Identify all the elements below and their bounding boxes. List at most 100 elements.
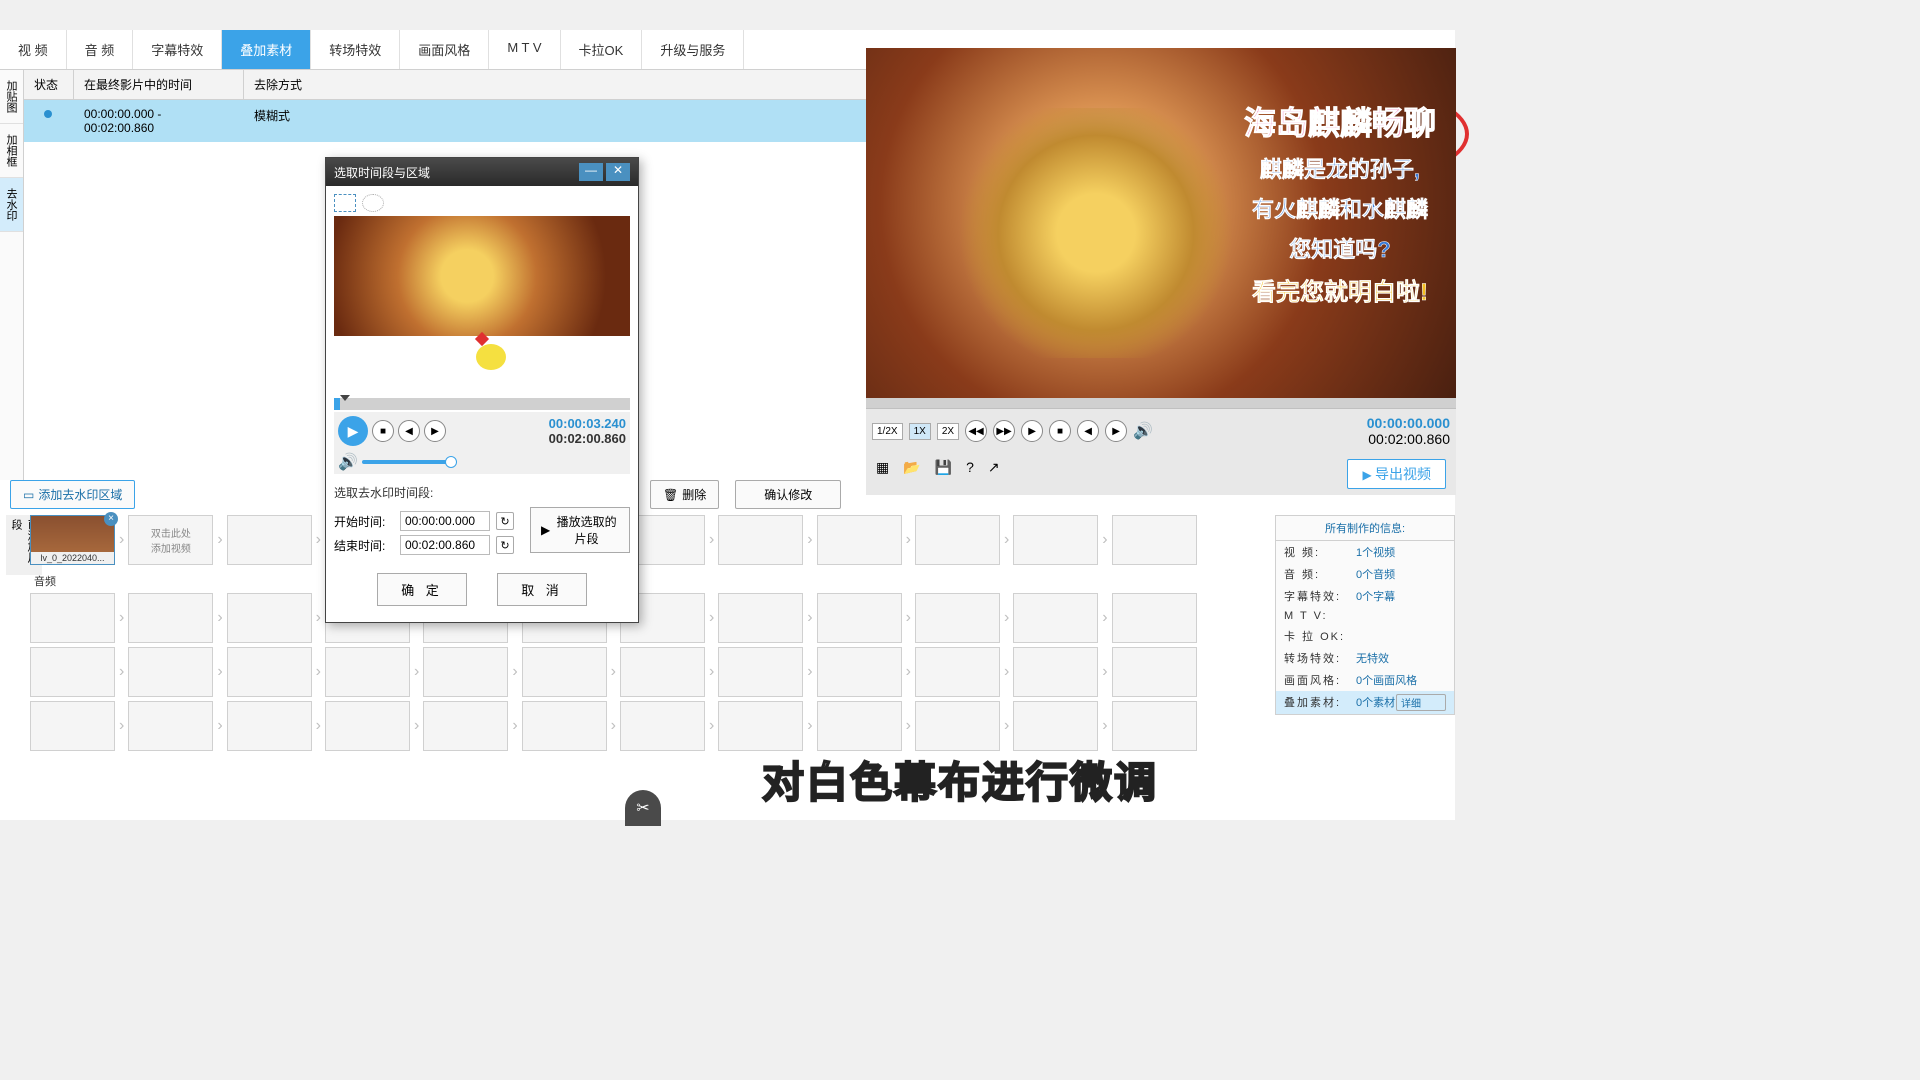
empty-clip-slot[interactable] <box>128 593 213 643</box>
side-frame[interactable]: 加相框 <box>0 124 23 178</box>
tab-audio[interactable]: 音 频 <box>67 30 134 69</box>
minimize-icon[interactable]: — <box>579 163 603 181</box>
oval-tool-icon[interactable] <box>362 194 384 212</box>
remove-clip-icon[interactable]: × <box>104 512 118 526</box>
dialog-end-input[interactable] <box>400 535 490 555</box>
close-icon[interactable]: ✕ <box>606 163 630 181</box>
side-sticker[interactable]: 加贴图 <box>0 70 23 124</box>
empty-clip-slot[interactable] <box>817 515 902 565</box>
empty-clip-slot[interactable] <box>1013 647 1098 697</box>
empty-clip-slot[interactable] <box>817 647 902 697</box>
empty-clip-slot[interactable] <box>30 647 115 697</box>
empty-clip-slot[interactable] <box>915 647 1000 697</box>
tab-transition[interactable]: 转场特效 <box>311 30 400 69</box>
detail-button[interactable]: 详细 <box>1396 694 1446 711</box>
dialog-cancel-button[interactable]: 取 消 <box>497 573 587 606</box>
watermark-toolbar: ▭ 添加去水印区域 <box>10 480 143 509</box>
preview-controls: 1/2X 1X 2X ◀◀ ▶▶ ▶ ■ ◀ ▶ 🔊 00:00:00.000 … <box>866 408 1456 453</box>
empty-clip-slot[interactable] <box>227 515 312 565</box>
play-icon[interactable]: ▶ <box>1021 420 1043 442</box>
speed-half[interactable]: 1/2X <box>872 423 903 440</box>
share-icon[interactable]: ↗ <box>988 459 1000 489</box>
save-icon[interactable]: 💾 <box>935 459 952 489</box>
stop-icon[interactable]: ■ <box>1049 420 1071 442</box>
empty-clip-slot[interactable] <box>718 701 803 751</box>
empty-clip-slot[interactable] <box>1112 647 1197 697</box>
speed-2x[interactable]: 2X <box>937 423 959 440</box>
cell-time: 00:00:00.000 - 00:02:00.860 <box>74 103 244 139</box>
region-shape-tools <box>334 194 630 212</box>
empty-clip-slot[interactable] <box>1112 515 1197 565</box>
speed-1x[interactable]: 1X <box>909 423 931 440</box>
empty-clip-slot[interactable]: 双击此处 添加视频 <box>128 515 213 565</box>
empty-clip-slot[interactable] <box>620 647 705 697</box>
prev-frame-icon[interactable]: ◀◀ <box>965 420 987 442</box>
empty-clip-slot[interactable] <box>1013 515 1098 565</box>
dialog-volume-slider[interactable] <box>362 460 457 464</box>
empty-clip-slot[interactable] <box>227 701 312 751</box>
empty-clip-slot[interactable] <box>227 647 312 697</box>
empty-clip-slot[interactable] <box>1013 701 1098 751</box>
empty-clip-slot[interactable] <box>718 593 803 643</box>
empty-clip-slot[interactable] <box>227 593 312 643</box>
step-back-icon[interactable]: ◀ <box>1077 420 1099 442</box>
highlight-cursor-icon <box>476 344 506 370</box>
empty-clip-slot[interactable] <box>915 593 1000 643</box>
snapshot-icon[interactable]: ▦ <box>876 459 889 489</box>
video-clip[interactable]: × lv_0_2022040... <box>30 515 115 565</box>
confirm-changes-button[interactable]: 确认修改 <box>735 480 841 509</box>
tab-overlay[interactable]: 叠加素材 <box>222 30 311 69</box>
empty-clip-slot[interactable] <box>30 701 115 751</box>
empty-clip-slot[interactable] <box>1112 701 1197 751</box>
empty-clip-slot[interactable] <box>522 647 607 697</box>
empty-clip-slot[interactable] <box>817 701 902 751</box>
empty-clip-slot[interactable] <box>1013 593 1098 643</box>
delete-button[interactable]: 🗑 删除 <box>650 480 719 509</box>
step-fwd-icon[interactable]: ▶ <box>1105 420 1127 442</box>
tab-upgrade[interactable]: 升级与服务 <box>642 30 744 69</box>
empty-clip-slot[interactable] <box>718 515 803 565</box>
rect-tool-icon[interactable] <box>334 194 356 212</box>
dialog-play-icon[interactable]: ▶ <box>338 416 368 446</box>
export-video-button[interactable]: ▶ 导出视频 <box>1347 459 1446 489</box>
tab-subtitle[interactable]: 字幕特效 <box>133 30 222 69</box>
empty-clip-slot[interactable] <box>128 647 213 697</box>
play-segment-button[interactable]: ▶ 播放选取的片段 <box>530 507 630 553</box>
refresh-end-icon[interactable]: ↻ <box>496 536 514 554</box>
dialog-titlebar[interactable]: 选取时间段与区域 — ✕ <box>326 158 638 186</box>
open-icon[interactable]: 📂 <box>903 459 920 489</box>
dialog-seekbar[interactable] <box>334 398 630 410</box>
dialog-next-icon[interactable]: ▶ <box>424 420 446 442</box>
empty-clip-slot[interactable] <box>423 647 508 697</box>
side-watermark[interactable]: 去水印 <box>0 178 23 232</box>
dialog-preview[interactable] <box>334 216 630 396</box>
refresh-start-icon[interactable]: ↻ <box>496 512 514 530</box>
empty-clip-slot[interactable] <box>30 593 115 643</box>
tab-karaoke[interactable]: 卡拉OK <box>561 30 643 69</box>
dialog-start-input[interactable] <box>400 511 490 531</box>
scissor-icon[interactable]: ✂ <box>625 790 661 826</box>
empty-clip-slot[interactable] <box>718 647 803 697</box>
empty-clip-slot[interactable] <box>423 701 508 751</box>
empty-clip-slot[interactable] <box>915 701 1000 751</box>
tab-mtv[interactable]: M T V <box>489 30 560 69</box>
preview-seekbar[interactable] <box>866 398 1456 408</box>
empty-clip-slot[interactable] <box>1112 593 1197 643</box>
dialog-ok-button[interactable]: 确 定 <box>377 573 467 606</box>
dialog-stop-icon[interactable]: ■ <box>372 420 394 442</box>
empty-clip-slot[interactable] <box>522 701 607 751</box>
tab-style[interactable]: 画面风格 <box>400 30 489 69</box>
empty-clip-slot[interactable] <box>128 701 213 751</box>
help-icon[interactable]: ? <box>966 459 974 489</box>
tab-video[interactable]: 视 频 <box>0 30 67 69</box>
dialog-prev-icon[interactable]: ◀ <box>398 420 420 442</box>
add-watermark-region-button[interactable]: ▭ 添加去水印区域 <box>10 480 135 509</box>
volume-icon[interactable]: 🔊 <box>1133 421 1153 441</box>
next-frame-icon[interactable]: ▶▶ <box>993 420 1015 442</box>
empty-clip-slot[interactable] <box>817 593 902 643</box>
empty-clip-slot[interactable] <box>325 701 410 751</box>
dialog-volume-icon[interactable]: 🔊 <box>338 452 358 472</box>
empty-clip-slot[interactable] <box>915 515 1000 565</box>
empty-clip-slot[interactable] <box>325 647 410 697</box>
empty-clip-slot[interactable] <box>620 701 705 751</box>
